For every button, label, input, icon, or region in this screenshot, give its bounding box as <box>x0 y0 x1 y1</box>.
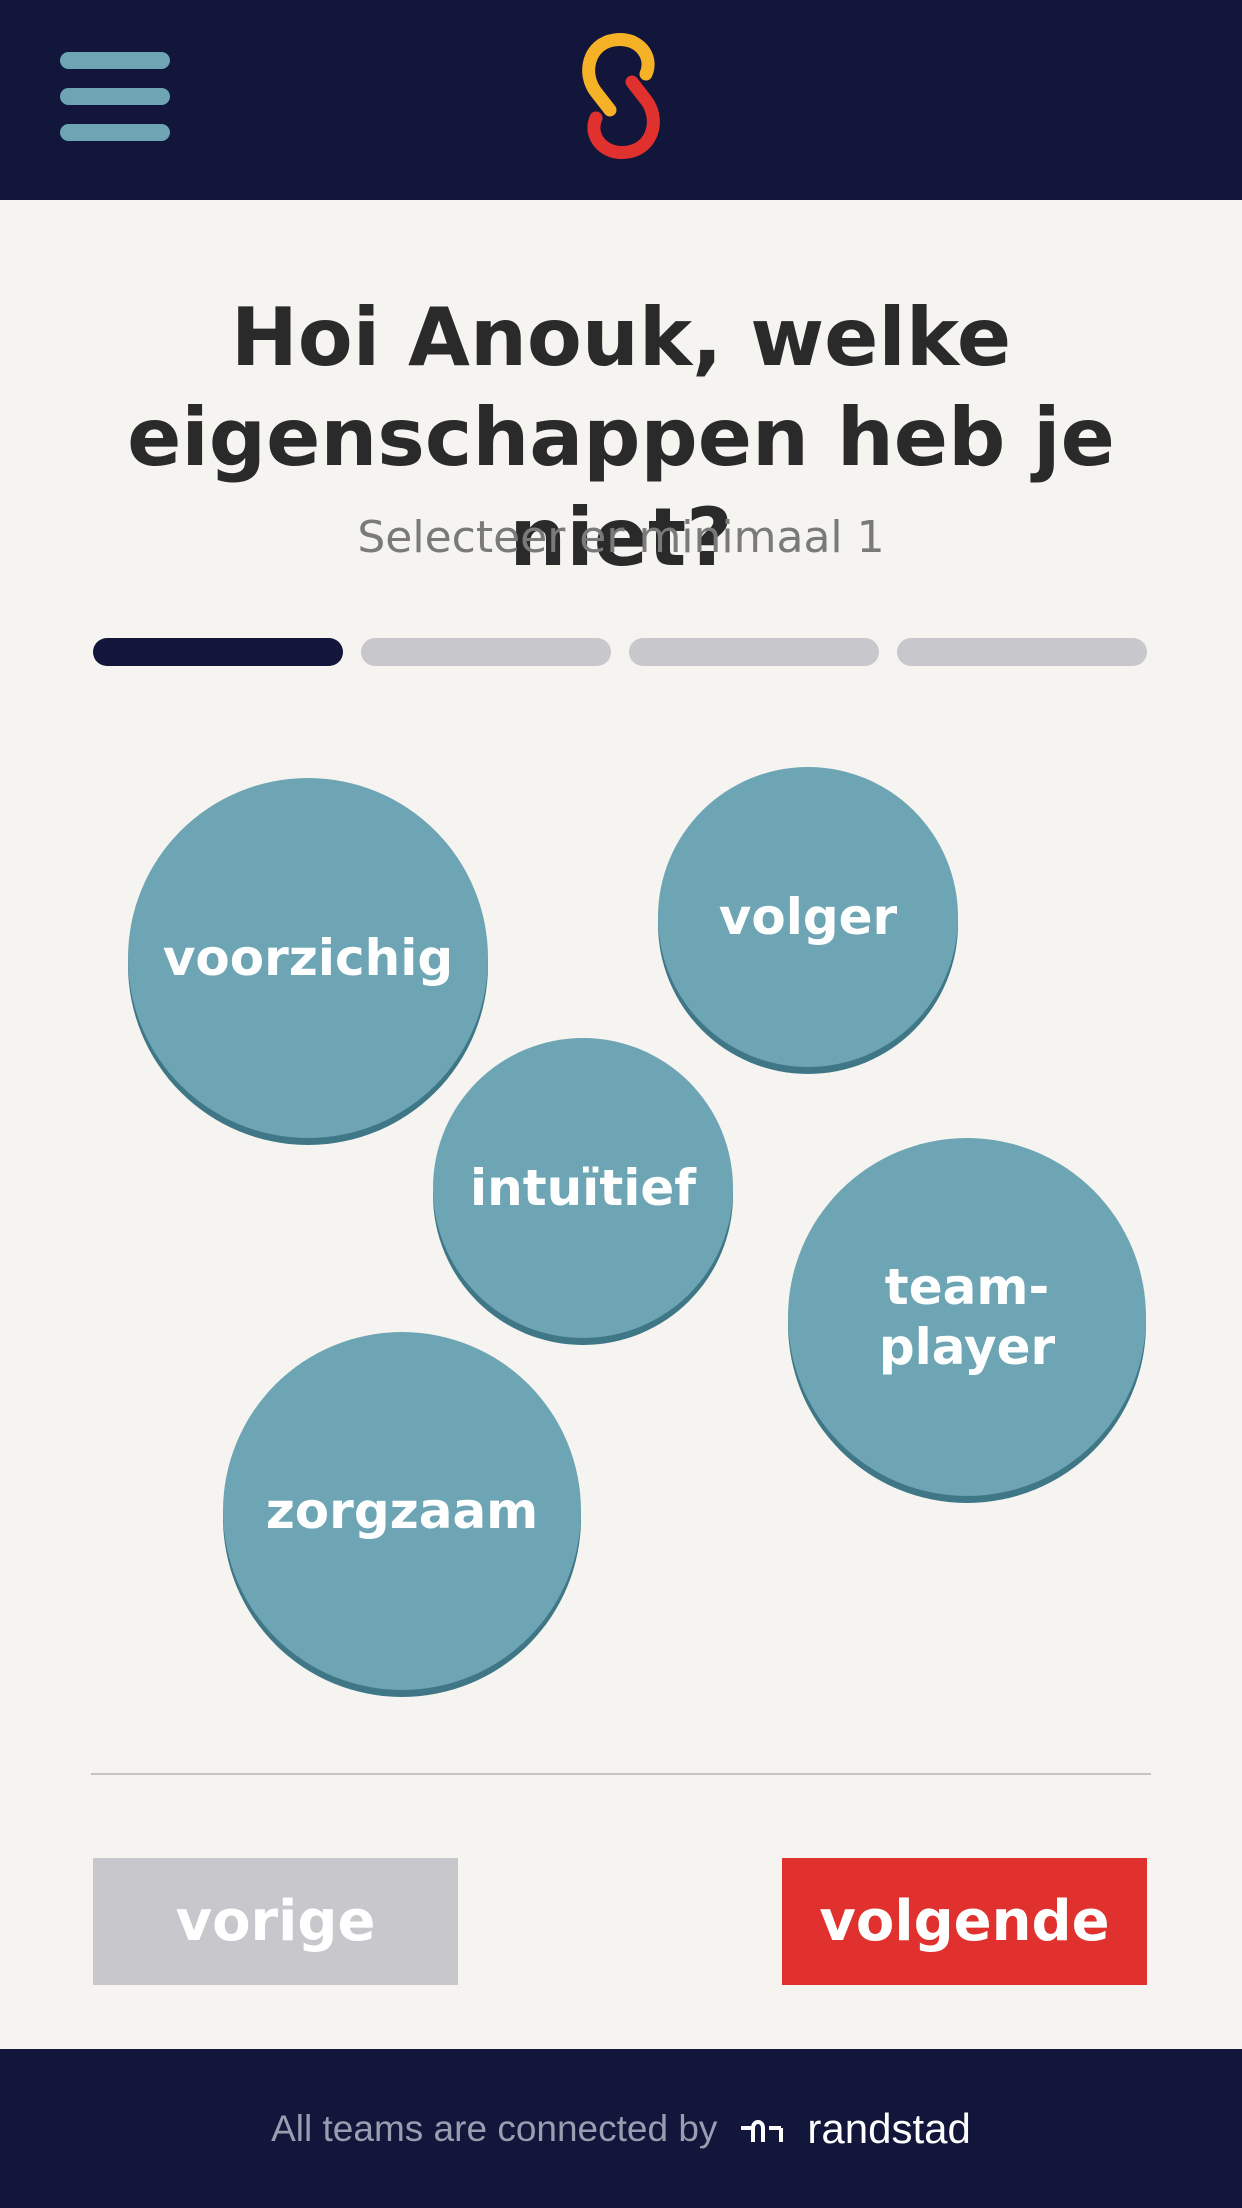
next-button[interactable]: volgende <box>782 1858 1147 1985</box>
progress-step-4 <box>897 638 1147 666</box>
progress-step-3 <box>629 638 879 666</box>
randstad-logo-icon <box>741 2119 784 2142</box>
trait-label: voorzichig <box>162 929 454 987</box>
page-subtitle: Selecteer er minimaal 1 <box>357 512 885 563</box>
step-progress-bar <box>93 638 1149 666</box>
footer-text: All teams are connected by <box>271 2107 718 2149</box>
previous-button[interactable]: vorige <box>93 1858 458 1985</box>
trait-bubble-zorgzaam[interactable]: zorgzaam <box>223 1332 581 1690</box>
trait-bubble-voorzichig[interactable]: voorzichig <box>128 778 488 1138</box>
trait-bubble-volger[interactable]: volger <box>658 767 958 1067</box>
linked-s-logo-icon <box>582 33 660 159</box>
trait-label: team-player <box>878 1258 1056 1376</box>
app-header <box>0 0 1242 200</box>
hamburger-menu-icon[interactable] <box>60 52 170 144</box>
trait-label: volger <box>718 888 898 946</box>
progress-step-2 <box>361 638 611 666</box>
trait-label: zorgzaam <box>265 1482 539 1540</box>
trait-bubble-team-player[interactable]: team-player <box>788 1138 1146 1496</box>
footer-brand: randstad <box>807 2104 971 2152</box>
trait-label: intuïtief <box>469 1159 697 1217</box>
app-footer: All teams are connected by randstad <box>0 2049 1242 2208</box>
trait-bubble-intuitief[interactable]: intuïtief <box>433 1038 733 1338</box>
divider <box>91 1773 1151 1775</box>
progress-step-1 <box>93 638 343 666</box>
